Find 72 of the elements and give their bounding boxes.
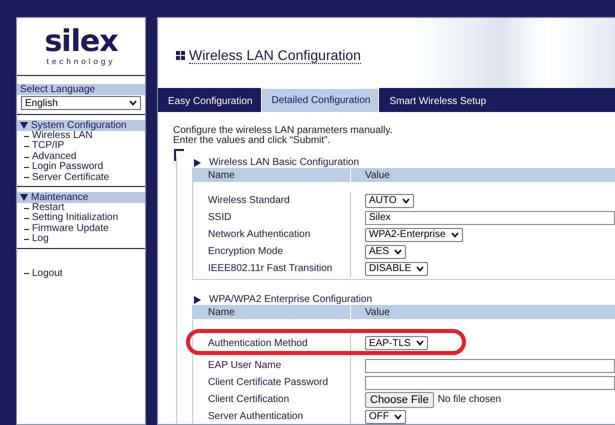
menu-item[interactable]: Wireless LAN (32, 131, 93, 142)
triangle-down-icon (20, 194, 28, 202)
logo-text: silex (44, 27, 118, 57)
dropdown[interactable]: EAP-TLS (365, 336, 428, 350)
field-label: Client Certificate Password (207, 377, 330, 388)
dash-icon (24, 238, 29, 240)
file-status: No file chosen (438, 394, 502, 405)
menu-item[interactable]: Restart (32, 203, 64, 214)
caret-icon (394, 248, 402, 254)
input-field[interactable] (365, 358, 615, 372)
caret-icon (129, 100, 137, 106)
field-label: Wireless Standard (207, 195, 291, 206)
section-title: WPA/WPA2 Enterprise Configuration (209, 294, 372, 305)
section-title: Wireless LAN Basic Configuration (209, 157, 360, 168)
dash-icon (24, 156, 29, 158)
dash-icon (24, 208, 29, 209)
language-dropdown[interactable]: English (21, 96, 141, 110)
input-field[interactable]: Silex (365, 210, 615, 224)
menu-item[interactable]: Advanced (32, 152, 76, 162)
intro-text: Configure the wireless LAN parameters manually. (173, 126, 394, 136)
menu-item[interactable]: Server Certificate (32, 172, 110, 184)
dash-icon (24, 136, 29, 137)
dropdown[interactable]: DISABLE (365, 262, 428, 276)
dash-icon (24, 166, 29, 168)
dropdown[interactable]: WPA2-Enterprise (365, 228, 463, 242)
field-label: SSID (207, 212, 232, 223)
field-label: Server Authentication (207, 411, 304, 422)
field-label: Network Authentication (207, 229, 312, 240)
menu-item[interactable]: Log (32, 234, 49, 245)
field-label: Authentication Method (207, 338, 309, 348)
column-header: Value (350, 169, 615, 182)
logout-link[interactable]: Logout (32, 268, 63, 280)
choose-file-button[interactable]: Choose File (365, 392, 434, 408)
tab[interactable]: Detailed Configuration (260, 88, 380, 112)
caret-icon (416, 266, 424, 272)
dash-icon (24, 146, 29, 148)
menu-section-header[interactable]: System Configuration (17, 120, 145, 131)
menu-item[interactable]: Firmware Update (32, 224, 109, 234)
caret-icon (402, 198, 410, 204)
dash-icon (24, 273, 29, 274)
page-title: Wireless LAN Configuration (189, 46, 361, 64)
menu-item[interactable]: Login Password (32, 162, 104, 173)
dash-icon (24, 177, 29, 178)
bracket-mark (174, 149, 184, 161)
menu-item[interactable]: Setting Initialization (32, 213, 118, 224)
menu-item[interactable]: TCP/IP (32, 141, 64, 152)
caret-icon (394, 414, 402, 420)
field-label: Client Certification (207, 394, 290, 405)
column-header: Name (207, 307, 236, 318)
dropdown[interactable]: OFF (365, 410, 406, 424)
intro-text: Enter the values and click “Submit”. (173, 136, 330, 146)
language-label: Select Language (17, 84, 145, 95)
dropdown[interactable]: AES (365, 244, 406, 258)
logo-tagline: technology (46, 57, 116, 66)
triangle-right-icon (194, 158, 201, 166)
field-label: Encryption Mode (207, 246, 284, 257)
column-header: Name (207, 170, 236, 181)
tab[interactable]: Smart Wireless Setup (379, 91, 494, 112)
caret-icon (416, 340, 424, 346)
tab[interactable]: Easy Configuration (158, 91, 260, 112)
input-field[interactable] (365, 376, 615, 390)
triangle-down-icon (20, 122, 28, 129)
column-header: Value (350, 306, 615, 319)
dash-icon (24, 228, 29, 230)
field-label: EAP User Name (207, 360, 282, 371)
caret-icon (450, 232, 459, 238)
grid-icon (176, 50, 185, 60)
menu-section-header[interactable]: Maintenance (17, 192, 145, 204)
dash-icon (24, 218, 29, 220)
field-label: IEEE802.11r Fast Transition (207, 263, 334, 274)
triangle-right-icon (194, 296, 201, 304)
dropdown[interactable]: AUTO (365, 194, 414, 208)
